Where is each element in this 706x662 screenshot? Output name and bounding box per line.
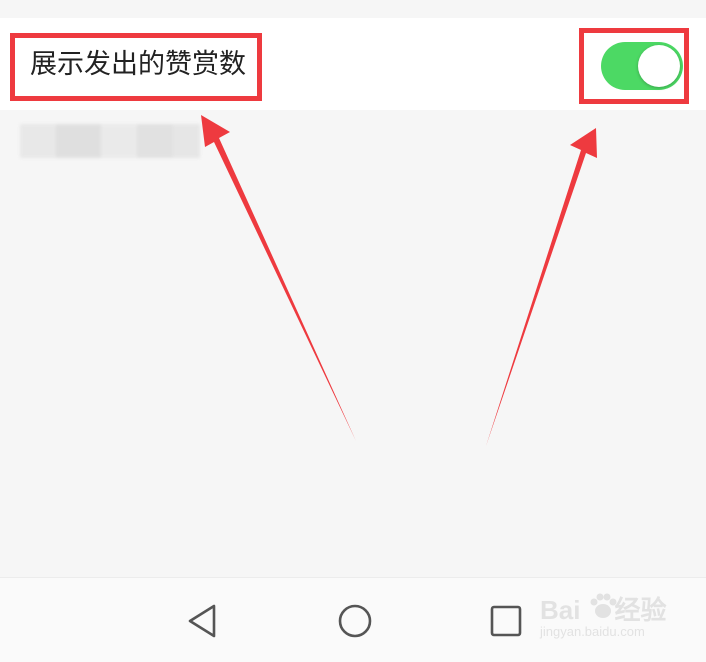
- settings-screen: 展示发出的赞赏数 Bai 经验 jingyan.baidu.com: [0, 0, 706, 662]
- home-button[interactable]: [332, 598, 378, 644]
- arrow-to-label-icon: [201, 115, 356, 441]
- blurred-description-text: [20, 124, 200, 158]
- back-button[interactable]: [180, 598, 226, 644]
- recent-apps-button[interactable]: [483, 598, 529, 644]
- setting-row-show-sent-tips[interactable]: 展示发出的赞赏数: [0, 18, 706, 110]
- square-recent-apps-icon: [490, 605, 522, 637]
- top-divider-strip: [0, 0, 706, 18]
- arrow-to-toggle-icon: [486, 128, 597, 446]
- triangle-back-icon: [188, 604, 216, 638]
- circle-home-icon: [338, 604, 372, 638]
- setting-label: 展示发出的赞赏数: [30, 49, 246, 80]
- toggle-knob: [638, 45, 680, 87]
- system-nav-bar: [0, 577, 706, 662]
- show-sent-tips-toggle[interactable]: [601, 42, 683, 90]
